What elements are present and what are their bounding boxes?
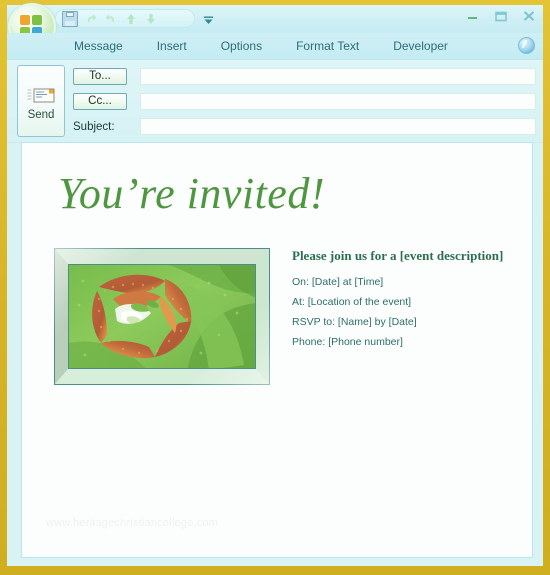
previous-item-icon[interactable] (124, 12, 138, 26)
close-button[interactable] (521, 9, 537, 23)
ribbon-tab-bar: Message Insert Options Format Text Devel… (7, 33, 543, 60)
cc-button[interactable]: Cc... (73, 93, 127, 110)
tab-developer[interactable]: Developer (376, 33, 465, 59)
detail-rsvp: RSVP to: [Name] by [Date] (292, 316, 417, 328)
to-button[interactable]: To... (73, 68, 127, 85)
quick-access-more-icon[interactable] (203, 13, 214, 24)
compose-header: Send To... Cc... Subject: (7, 60, 543, 143)
help-icon[interactable] (518, 37, 535, 54)
send-button[interactable]: Send (17, 65, 65, 137)
quick-access-toolbar (55, 9, 195, 28)
outlook-compose-window: Message Insert Options Format Text Devel… (0, 0, 550, 575)
event-details: Please join us for a [event description]… (292, 248, 532, 356)
title-bar (7, 3, 543, 51)
detail-location: At: [Location of the event] (292, 296, 412, 308)
tab-format-text[interactable]: Format Text (279, 33, 376, 59)
restore-button[interactable] (493, 9, 509, 23)
send-label: Send (27, 109, 55, 121)
watermark-text: www.heritagechristiancollege.com (46, 517, 219, 529)
save-icon[interactable] (62, 10, 78, 27)
invitation-image-frame[interactable] (54, 248, 270, 385)
subject-label: Subject: (73, 121, 115, 133)
event-heading: Please join us for a [event description] (292, 248, 504, 263)
tab-message[interactable]: Message (57, 33, 140, 59)
send-envelope-icon (27, 87, 57, 105)
invitation-title: You’re invited! (58, 169, 325, 218)
window-controls (465, 9, 537, 23)
ribbon-tabs: Message Insert Options Format Text Devel… (57, 33, 465, 59)
minimize-button[interactable] (465, 9, 481, 23)
tab-options[interactable]: Options (204, 33, 279, 59)
flower-photo (68, 264, 256, 369)
subject-input[interactable] (140, 118, 536, 135)
window-inner: Message Insert Options Format Text Devel… (7, 3, 543, 566)
to-input[interactable] (140, 68, 536, 85)
cc-input[interactable] (140, 93, 536, 110)
detail-phone: Phone: [Phone number] (292, 336, 403, 348)
redo-icon[interactable] (104, 12, 118, 26)
message-body[interactable]: You’re invited! Please join us for a [ev… (21, 142, 533, 558)
detail-date: On: [Date] at [Time] (292, 276, 384, 288)
undo-icon[interactable] (84, 12, 98, 26)
next-item-icon[interactable] (144, 12, 158, 26)
tab-insert[interactable]: Insert (140, 33, 204, 59)
